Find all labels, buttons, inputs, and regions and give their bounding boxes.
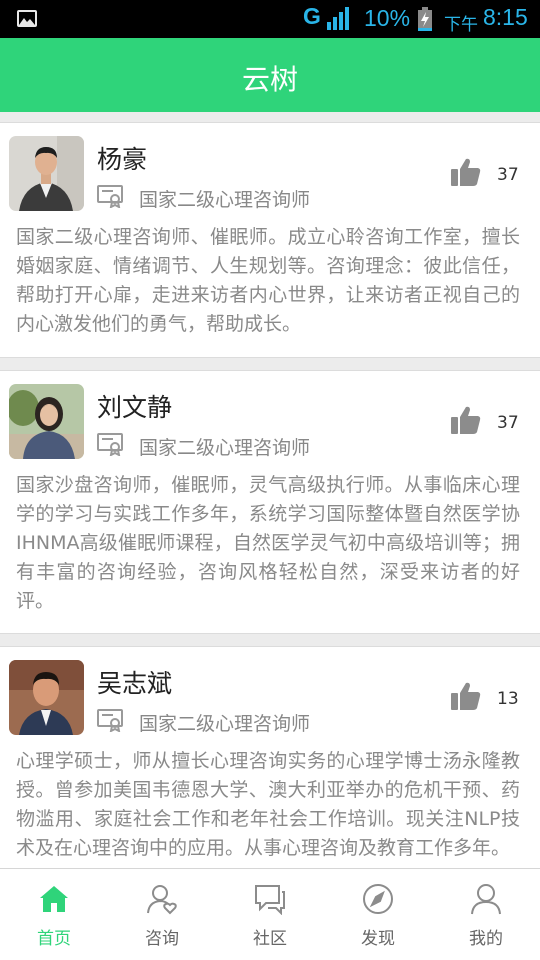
nav-profile[interactable]: 我的: [432, 869, 540, 960]
nav-home[interactable]: 首页: [0, 869, 108, 960]
nav-label: 首页: [37, 929, 71, 949]
app-header: 云树: [0, 38, 540, 112]
nav-label: 咨询: [145, 929, 179, 949]
community-chat-icon: [255, 885, 285, 915]
certification-label: 国家二级心理咨询师: [139, 713, 311, 735]
status-bar: G 10% 下午 8:15: [0, 0, 540, 38]
counselor-card[interactable]: 吴志斌 国家二级心理咨询师 13 心理学硕士，师从擅长心理咨询实务的心理学博士汤…: [0, 646, 540, 868]
nav-community[interactable]: 社区: [216, 869, 324, 960]
consult-user-icon: [147, 885, 177, 915]
nav-label: 我的: [469, 929, 503, 949]
network-type: G: [303, 3, 321, 29]
certificate-icon: [97, 708, 125, 736]
counselor-list[interactable]: 杨豪 国家二级心理咨询师 37 国家二级心理咨询师、催眠师。成立心聆咨询工作室，…: [0, 122, 540, 868]
thumbs-up-icon[interactable]: [450, 156, 482, 192]
image-notification-icon: [17, 10, 37, 27]
nav-consult[interactable]: 咨询: [108, 869, 216, 960]
battery-percent: 10%: [364, 5, 411, 31]
like-count: 37: [497, 413, 519, 433]
compass-icon: [363, 884, 393, 914]
like-count: 13: [497, 689, 519, 709]
avatar: [9, 660, 84, 735]
clock: 8:15: [483, 4, 528, 30]
counselor-description: 心理学硕士，师从擅长心理咨询实务的心理学博士汤永隆教授。曾参加美国韦德恩大学、澳…: [16, 750, 520, 859]
home-icon: [40, 886, 68, 912]
nav-label: 发现: [361, 929, 395, 949]
counselor-card[interactable]: 刘文静 国家二级心理咨询师 37 国家沙盘咨询师，催眠师，灵气高级执行师。从事临…: [0, 370, 540, 634]
time-period: 下午: [444, 15, 478, 35]
certification-label: 国家二级心理咨询师: [139, 189, 311, 211]
counselor-description: 国家沙盘咨询师，催眠师，灵气高级执行师。从事临床心理学的学习与实践工作多年，系统…: [16, 474, 520, 612]
counselor-name: 刘文静: [97, 393, 173, 422]
counselor-name: 吴志斌: [97, 669, 173, 698]
certificate-icon: [97, 432, 125, 460]
like-count: 37: [497, 165, 519, 185]
avatar: [9, 384, 84, 459]
battery-charging-icon: [418, 7, 432, 35]
nav-label: 社区: [253, 929, 287, 949]
page-title: 云树: [241, 63, 298, 96]
nav-discover[interactable]: 发现: [324, 869, 432, 960]
counselor-card[interactable]: 杨豪 国家二级心理咨询师 37 国家二级心理咨询师、催眠师。成立心聆咨询工作室，…: [0, 122, 540, 358]
thumbs-up-icon[interactable]: [450, 680, 482, 716]
avatar: [9, 136, 84, 211]
thumbs-up-icon[interactable]: [450, 404, 482, 440]
certificate-icon: [97, 184, 125, 212]
certification-label: 国家二级心理咨询师: [139, 437, 311, 459]
counselor-name: 杨豪: [97, 145, 148, 174]
profile-icon: [471, 884, 501, 915]
signal-icon: [326, 6, 352, 34]
bottom-nav: 首页 咨询 社区 发现 我的: [0, 868, 540, 960]
counselor-description: 国家二级心理咨询师、催眠师。成立心聆咨询工作室，擅长婚姻家庭、情绪调节、人生规划…: [16, 226, 520, 335]
